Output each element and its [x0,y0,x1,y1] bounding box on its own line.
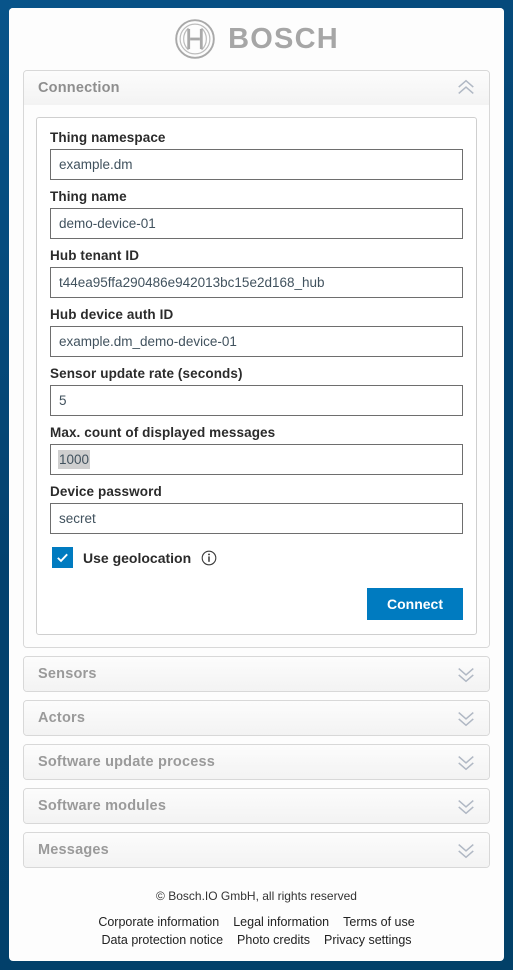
footer-link-privacy-settings[interactable]: Privacy settings [324,933,412,947]
brand-header: BOSCH [9,8,504,70]
field-sensor-update-rate: Sensor update rate (seconds) [50,366,463,416]
field-hub-tenant-id: Hub tenant ID [50,248,463,298]
section-sensors: Sensors [23,656,490,692]
section-actors: Actors [23,700,490,736]
copyright-text: © Bosch.IO GmbH, all rights reserved [156,889,357,903]
chevron-double-down-icon[interactable] [455,840,477,860]
section-header-messages[interactable]: Messages [24,833,489,867]
field-thing-name: Thing name [50,189,463,239]
label-max-messages: Max. count of displayed messages [50,425,276,440]
field-device-password: Device password [50,484,463,534]
label-hub-device-auth-id: Hub device auth ID [50,307,174,322]
input-max-messages[interactable] [50,444,463,475]
chevron-double-down-icon[interactable] [455,664,477,684]
input-device-password[interactable] [50,503,463,534]
section-header-actors[interactable]: Actors [24,701,489,735]
app-window: BOSCH Connection Thing namespace example… [9,8,504,961]
footer-links: Corporate information Legal information … [57,915,457,947]
label-hub-tenant-id: Hub tenant ID [50,248,140,263]
footer-link-data-protection-notice[interactable]: Data protection notice [101,933,223,947]
checkbox-use-geolocation[interactable] [52,547,73,568]
section-header-software-update-process[interactable]: Software update process [24,745,489,779]
geolocation-row: Use geolocation [52,547,463,568]
chevron-double-down-icon[interactable] [455,708,477,728]
section-header-sensors[interactable]: Sensors [24,657,489,691]
field-hub-device-auth-id: Hub device auth ID [50,307,463,357]
connection-form-card: Thing namespace Thing name Hub tenant ID… [36,117,477,635]
field-thing-namespace: Thing namespace [50,130,463,180]
footer-link-corporate-information[interactable]: Corporate information [98,915,219,929]
input-thing-namespace[interactable] [50,149,463,180]
section-software-update-process: Software update process [23,744,490,780]
chevron-double-down-icon[interactable] [455,796,477,816]
section-connection: Connection Thing namespace Thing name [23,70,490,648]
connect-button-row: Connect [50,588,463,620]
input-sensor-update-rate[interactable] [50,385,463,416]
section-body-connection: Thing namespace Thing name Hub tenant ID… [24,105,489,647]
label-sensor-update-rate: Sensor update rate (seconds) [50,366,243,381]
footer-link-photo-credits[interactable]: Photo credits [237,933,310,947]
section-header-software-modules[interactable]: Software modules [24,789,489,823]
footer-link-legal-information[interactable]: Legal information [233,915,329,929]
input-hub-tenant-id[interactable] [50,267,463,298]
checkmark-icon [57,553,68,563]
chevron-double-down-icon[interactable] [455,752,477,772]
brand-wordmark: BOSCH [228,22,339,55]
label-device-password: Device password [50,484,162,499]
bosch-logo-icon [175,19,215,59]
chevron-double-up-icon[interactable] [455,78,477,98]
section-messages: Messages [23,832,490,868]
section-title-software-modules: Software modules [38,798,167,814]
label-use-geolocation: Use geolocation [83,549,192,566]
footer-link-terms-of-use[interactable]: Terms of use [343,915,415,929]
field-max-messages: Max. count of displayed messages 1000 [50,425,463,475]
accordion: Connection Thing namespace Thing name [9,70,504,876]
section-software-modules: Software modules [23,788,490,824]
section-title-sensors: Sensors [38,666,97,682]
section-title-connection: Connection [38,80,120,96]
page-footer: © Bosch.IO GmbH, all rights reserved Cor… [9,879,504,961]
input-hub-device-auth-id[interactable] [50,326,463,357]
label-thing-namespace: Thing namespace [50,130,166,145]
label-thing-name: Thing name [50,189,127,204]
section-title-software-update-process: Software update process [38,754,216,770]
input-thing-name[interactable] [50,208,463,239]
connect-button[interactable]: Connect [367,588,463,620]
section-header-connection[interactable]: Connection [24,71,489,105]
section-title-actors: Actors [38,710,86,726]
section-title-messages: Messages [38,842,109,858]
info-circle-icon[interactable] [201,550,217,566]
